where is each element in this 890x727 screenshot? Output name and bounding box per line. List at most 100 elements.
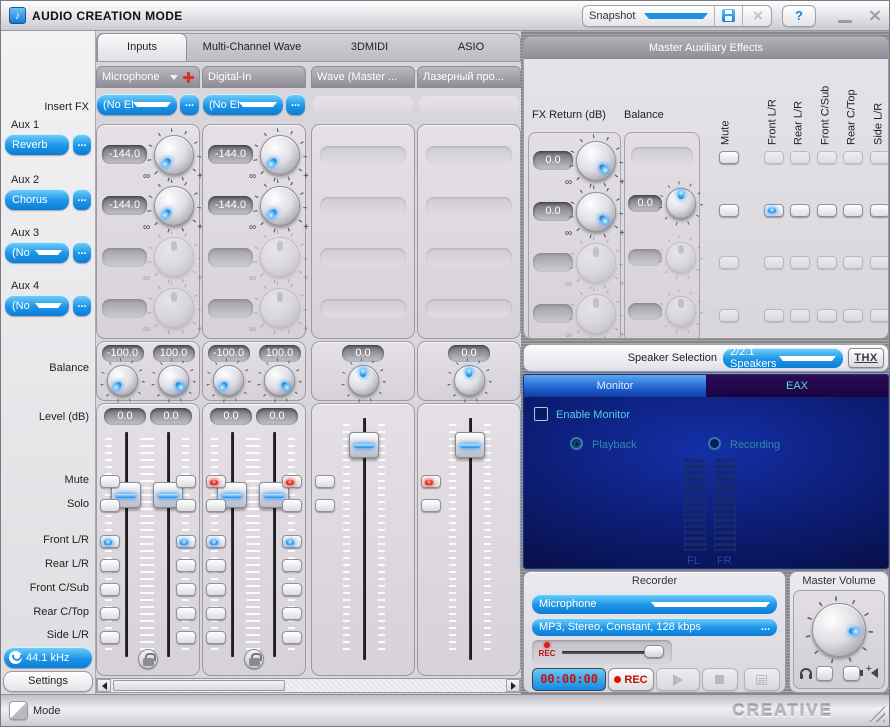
play-button[interactable]: [655, 668, 700, 691]
front-csub-right-button[interactable]: [282, 583, 302, 596]
level-fader[interactable]: [343, 418, 385, 660]
aux1-more-button[interactable]: ...: [73, 134, 91, 155]
channel-source-select[interactable]: Microphone: [96, 66, 200, 88]
settings-button[interactable]: Settings: [3, 671, 93, 692]
aux2-balance-knob[interactable]: [666, 187, 696, 219]
channel-source-select[interactable]: Wave (Master ...: [311, 66, 415, 88]
recording-radio[interactable]: [708, 437, 721, 450]
speaker-toggle-button[interactable]: [843, 666, 860, 681]
link-lock-icon[interactable]: [138, 649, 158, 669]
fader-handle[interactable]: [455, 432, 485, 458]
rear-ctop-left-button[interactable]: [206, 607, 226, 620]
aux2-front-csub-button[interactable]: [817, 203, 837, 217]
balance-knob[interactable]: [453, 365, 485, 396]
front-csub-left-button[interactable]: [100, 583, 120, 596]
thx-button[interactable]: THX: [848, 348, 884, 368]
playback-radio[interactable]: [570, 437, 583, 450]
solo-right-button[interactable]: [282, 499, 302, 512]
snapshot-select[interactable]: Snapshot: [583, 5, 715, 26]
aux4-effect-select[interactable]: (No Effe...: [5, 295, 69, 316]
record-button[interactable]: REC: [608, 668, 654, 691]
speaker-selection-select[interactable]: 2/2.1 Speakers: [723, 346, 843, 370]
channels-horizontal-scrollbar[interactable]: [96, 678, 521, 693]
recorder-source-select[interactable]: Microphone: [532, 594, 777, 614]
enable-monitor-checkbox[interactable]: [534, 407, 548, 421]
balance-right-knob[interactable]: [158, 365, 189, 396]
aux2-send-knob[interactable]: ∞ +: [143, 185, 203, 233]
tab-asio[interactable]: ASIO: [422, 34, 520, 61]
rear-ctop-right-button[interactable]: [282, 607, 302, 620]
aux2-more-button[interactable]: ...: [73, 189, 91, 210]
recorder-format-bar[interactable]: MP3, Stereo, Constant, 128 kbps ...: [532, 618, 777, 636]
aux1-mute-button[interactable]: [719, 151, 739, 165]
channel-source-select[interactable]: Лазерный про...: [417, 66, 521, 88]
link-lock-icon[interactable]: [244, 649, 264, 669]
front-lr-left-button[interactable]: [206, 535, 226, 548]
level-fader[interactable]: [449, 418, 491, 660]
mute-left-button[interactable]: [100, 475, 120, 488]
front-lr-right-button[interactable]: [176, 535, 196, 548]
tab-inputs[interactable]: Inputs: [97, 33, 187, 61]
mute-button[interactable]: [315, 475, 335, 488]
balance-knob[interactable]: [347, 365, 379, 396]
rear-ctop-left-button[interactable]: [100, 607, 120, 620]
aux1-send-knob[interactable]: ∞ +: [249, 134, 309, 182]
mute-right-button[interactable]: [176, 475, 196, 488]
side-lr-right-button[interactable]: [282, 631, 302, 644]
record-level-slider[interactable]: REC: [532, 640, 672, 664]
side-lr-right-button[interactable]: [176, 631, 196, 644]
rear-lr-left-button[interactable]: [206, 559, 226, 572]
close-button[interactable]: [868, 9, 881, 22]
aux4-more-button[interactable]: ...: [73, 295, 91, 316]
stop-button[interactable]: [701, 668, 738, 691]
file-list-button[interactable]: [743, 668, 781, 691]
insert-fx-more-button[interactable]: ...: [286, 94, 305, 115]
scroll-left-button[interactable]: [97, 679, 111, 692]
add-source-icon[interactable]: [183, 71, 194, 83]
aux2-effect-select[interactable]: Chorus: [5, 189, 69, 210]
aux1-effect-select[interactable]: Reverb: [5, 134, 69, 155]
scroll-right-button[interactable]: [506, 679, 520, 692]
sample-rate-button[interactable]: 44.1 kHz: [4, 647, 92, 668]
mode-icon[interactable]: [9, 701, 28, 720]
slider-handle[interactable]: [644, 645, 664, 658]
tab-3dmidi[interactable]: 3DMIDI: [317, 34, 422, 61]
front-lr-left-button[interactable]: [100, 535, 120, 548]
front-lr-right-button[interactable]: [282, 535, 302, 548]
rear-lr-left-button[interactable]: [100, 559, 120, 572]
rear-ctop-right-button[interactable]: [176, 607, 196, 620]
solo-button[interactable]: [421, 499, 441, 512]
aux2-front-lr-button[interactable]: [764, 203, 784, 217]
format-more-button[interactable]: ...: [761, 621, 770, 633]
insert-fx-more-button[interactable]: ...: [180, 94, 199, 115]
balance-left-knob[interactable]: [213, 365, 244, 396]
aux2-rear-lr-button[interactable]: [790, 203, 810, 217]
balance-left-knob[interactable]: [107, 365, 138, 396]
minimize-button[interactable]: [838, 20, 852, 23]
mute-left-button[interactable]: [206, 475, 226, 488]
mute-button[interactable]: [421, 475, 441, 488]
balance-right-knob[interactable]: [264, 365, 295, 396]
front-csub-left-button[interactable]: [206, 583, 226, 596]
aux2-mute-button[interactable]: [719, 203, 739, 217]
master-volume-knob[interactable]: [812, 603, 866, 657]
aux1-return-knob[interactable]: ∞ +: [565, 140, 625, 188]
insert-fx-select[interactable]: (No Effect): [97, 94, 177, 115]
resize-grip[interactable]: [869, 706, 885, 722]
tab-eax[interactable]: EAX: [706, 375, 888, 397]
aux1-send-knob[interactable]: ∞ +: [143, 134, 203, 182]
delete-snapshot-button[interactable]: [743, 6, 771, 26]
solo-left-button[interactable]: [100, 499, 120, 512]
headphone-toggle-button[interactable]: [816, 666, 833, 681]
mute-right-button[interactable]: [282, 475, 302, 488]
rear-lr-right-button[interactable]: [176, 559, 196, 572]
side-lr-left-button[interactable]: [206, 631, 226, 644]
insert-fx-select[interactable]: (No Effect): [203, 94, 283, 115]
help-button[interactable]: ?: [782, 4, 816, 27]
aux2-send-knob[interactable]: ∞ +: [249, 185, 309, 233]
tab-multichannel-wave[interactable]: Multi-Channel Wave: [187, 34, 317, 61]
solo-button[interactable]: [315, 499, 335, 512]
aux2-side-lr-button[interactable]: [870, 203, 888, 217]
scrollbar-thumb[interactable]: [113, 680, 285, 691]
tab-monitor[interactable]: Monitor: [524, 375, 706, 397]
